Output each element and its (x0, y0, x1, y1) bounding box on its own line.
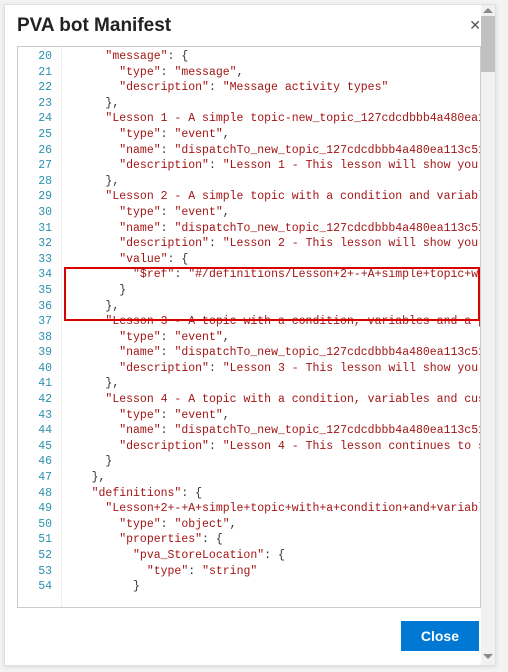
modal-header: PVA bot Manifest ✕ (5, 5, 495, 42)
scroll-up-icon[interactable] (483, 8, 493, 13)
modal-footer: Close (401, 621, 479, 651)
scroll-thumb[interactable] (481, 16, 495, 72)
code-content: 20 "message": { 21 "type": "message", 22… (18, 47, 480, 597)
manifest-modal: PVA bot Manifest ✕ 20 "message": { 21 "t… (4, 4, 496, 666)
close-button[interactable]: Close (401, 621, 479, 651)
scrollbar[interactable] (481, 5, 495, 665)
code-viewer[interactable]: 20 "message": { 21 "type": "message", 22… (17, 46, 481, 608)
scroll-down-icon[interactable] (483, 654, 493, 659)
modal-title: PVA bot Manifest (17, 15, 171, 37)
